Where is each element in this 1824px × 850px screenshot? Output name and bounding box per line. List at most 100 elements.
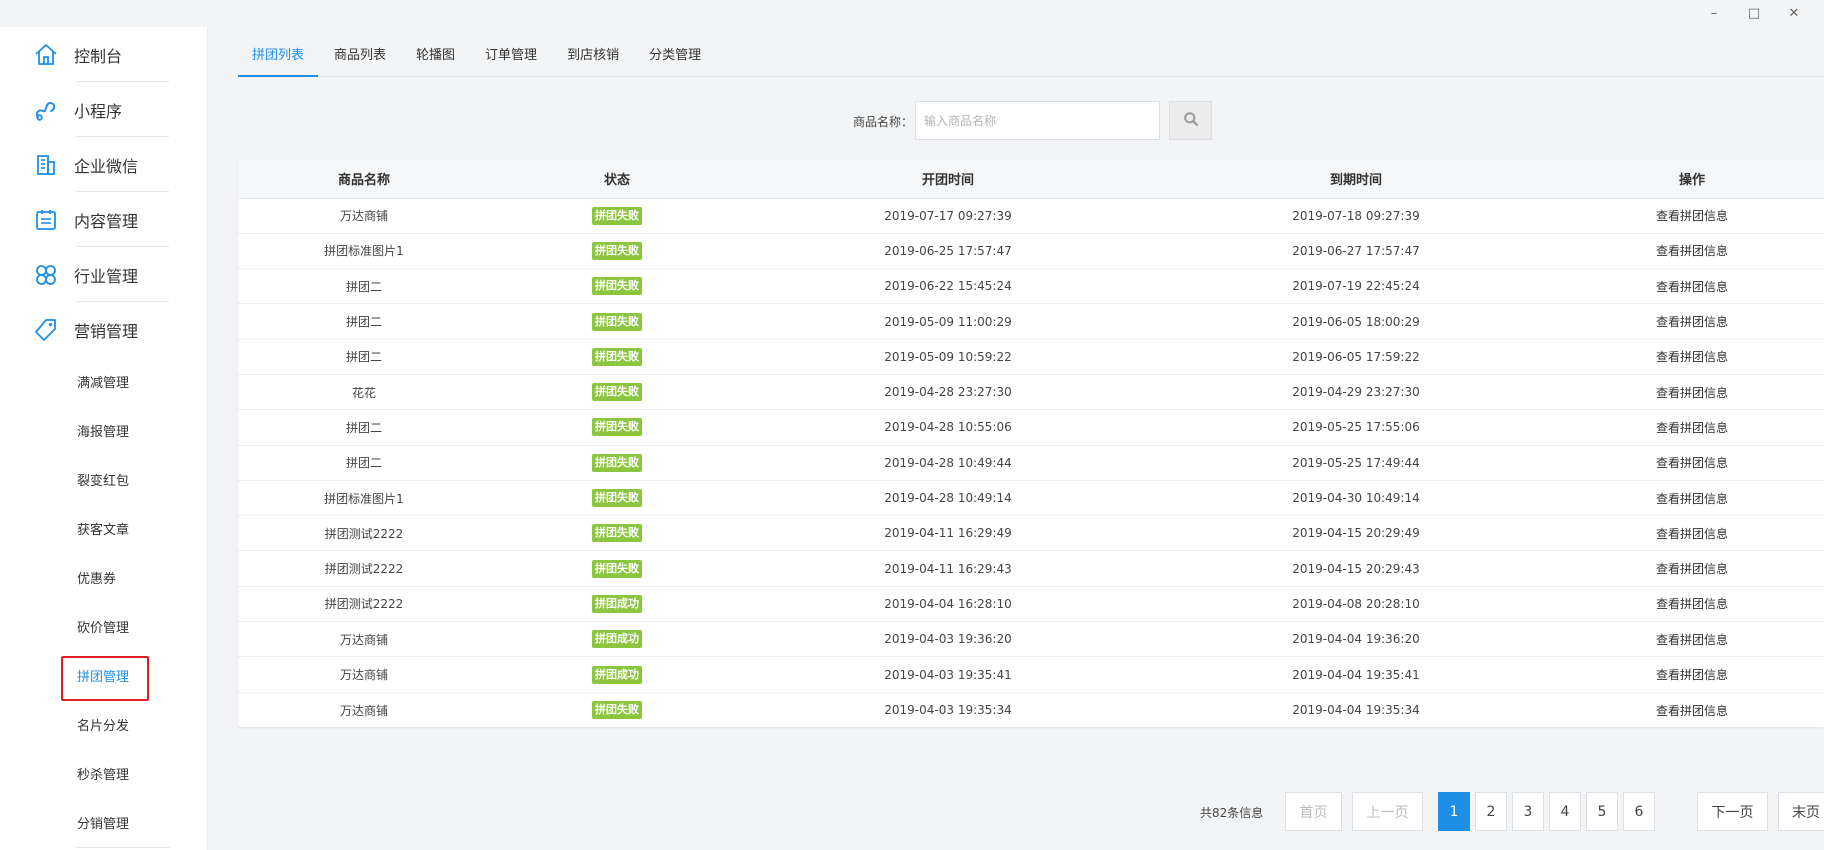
minimize-button[interactable]: –	[1694, 4, 1734, 24]
submenu-item-label: 海报管理	[77, 425, 130, 440]
sidebar-item-label: 行业管理	[74, 266, 139, 286]
total-count: 共82条信息	[1200, 806, 1264, 820]
page-number-button[interactable]: 2	[1475, 792, 1507, 831]
tab[interactable]: 订单管理	[471, 44, 551, 77]
status-badge: 拼团失败	[592, 347, 642, 366]
cell-product-name: 花花	[238, 374, 490, 411]
cell-product-name: 万达商铺	[238, 198, 490, 234]
view-group-info-link[interactable]: 查看拼团信息	[1656, 492, 1728, 506]
cell-actions: 查看拼团信息	[1560, 445, 1824, 481]
cell-status: 拼团失败	[490, 339, 744, 375]
table-row: 拼团二 拼团失败 2019-06-22 15:45:24 2019-07-19 22:…	[238, 268, 1824, 305]
tab[interactable]: 到店核销	[553, 44, 633, 77]
tab[interactable]: 分类管理	[635, 44, 715, 77]
group-buy-table: 商品名称 状态 开团时间 到期时间 操作 万达商铺 拼团失败 2019-07-17 …	[238, 160, 1824, 728]
view-group-info-link[interactable]: 查看拼团信息	[1656, 668, 1728, 682]
page-number-button[interactable]: 5	[1586, 792, 1618, 831]
first-page-button[interactable]: 首页	[1285, 792, 1342, 831]
sidebar-item-label: 企业微信	[74, 156, 139, 176]
view-group-info-link[interactable]: 查看拼团信息	[1656, 244, 1728, 258]
tab[interactable]: 商品列表	[320, 44, 400, 77]
tab[interactable]: 轮播图	[402, 44, 469, 77]
view-group-info-link[interactable]: 查看拼团信息	[1656, 562, 1728, 576]
submenu-item[interactable]: 裂变红包	[0, 455, 207, 504]
prev-page-button[interactable]: 上一页	[1352, 792, 1423, 831]
table-row: 拼团测试2222 拼团成功 2019-04-04 16:28:10 2019-04-0…	[238, 586, 1824, 623]
sidebar-item[interactable]: 内容管理	[0, 192, 207, 247]
cell-product-name: 万达商铺	[238, 656, 490, 693]
last-page-button[interactable]: 末页	[1778, 792, 1824, 831]
sidebar-item[interactable]: 行业管理	[0, 247, 207, 302]
view-group-info-link[interactable]: 查看拼团信息	[1656, 597, 1728, 611]
tab[interactable]: 拼团列表	[238, 44, 319, 77]
main-content: 拼团列表商品列表轮播图订单管理到店核销分类管理 商品名称： 商品名称 状态 开团…	[208, 27, 1824, 850]
column-header-actions[interactable]: 操作	[1560, 160, 1824, 199]
cell-status: 拼团失败	[490, 233, 744, 270]
cell-end-time: 2019-07-18 09:27:39	[1152, 198, 1560, 234]
column-header-product-name[interactable]: 商品名称	[238, 160, 490, 199]
status-badge: 拼团失败	[592, 701, 642, 720]
search-button[interactable]	[1169, 101, 1212, 140]
submenu-item[interactable]: 秒杀管理	[0, 749, 207, 798]
column-header-start-time[interactable]: 开团时间	[744, 160, 1152, 199]
view-group-info-link[interactable]: 查看拼团信息	[1656, 315, 1728, 329]
submenu-item-label: 拼团管理	[77, 670, 130, 685]
cell-product-name: 万达商铺	[339, 703, 388, 718]
column-header-status[interactable]: 状态	[490, 160, 744, 199]
sidebar-item[interactable]: 营销管理	[0, 302, 207, 357]
submenu-item[interactable]: 优惠券	[0, 553, 207, 602]
view-group-info-link[interactable]: 查看拼团信息	[1656, 704, 1728, 718]
cell-product-name: 拼团标准图片1	[238, 480, 490, 517]
maximize-button[interactable]: □	[1734, 4, 1774, 24]
sidebar-item[interactable]: 控制台	[0, 27, 207, 82]
view-group-info-link[interactable]: 查看拼团信息	[1656, 456, 1728, 470]
tag-icon	[32, 316, 60, 344]
page-number-button[interactable]: 4	[1549, 792, 1581, 831]
submenu-item[interactable]: 砍价管理	[0, 602, 207, 651]
submenu-item[interactable]: 满减管理	[0, 357, 207, 406]
page-number-button[interactable]: 3	[1512, 792, 1544, 831]
view-group-info-link[interactable]: 查看拼团信息	[1656, 386, 1728, 400]
sidebar-divider	[76, 847, 170, 848]
cell-actions: 查看拼团信息	[1560, 550, 1824, 587]
view-group-info-link[interactable]: 查看拼团信息	[1656, 350, 1728, 364]
column-header-end-time[interactable]: 到期时间	[1152, 160, 1560, 199]
view-group-info-link[interactable]: 查看拼团信息	[1656, 209, 1728, 223]
submenu-item[interactable]: 分销管理	[0, 798, 207, 847]
submenu-item[interactable]: 拼团管理	[0, 651, 207, 701]
cell-start-time: 2019-04-11 16:29:49	[744, 515, 1152, 552]
cell-product-name: 拼团测试2222	[238, 550, 490, 587]
submenu-item[interactable]: 海报管理	[0, 406, 207, 455]
submenu-item[interactable]: 获客文章	[0, 504, 207, 553]
submenu-item-label: 满减管理	[77, 376, 130, 391]
view-group-info-link[interactable]: 查看拼团信息	[1656, 421, 1728, 435]
page-number-button[interactable]: 1	[1438, 792, 1470, 831]
close-button[interactable]: ✕	[1774, 4, 1814, 24]
next-page-button[interactable]: 下一页	[1697, 792, 1768, 831]
tab-bar: 拼团列表 商品列表 轮播图 订单管理 到店核销 分类管理	[238, 44, 1824, 77]
product-name-search-input[interactable]	[915, 101, 1160, 140]
search-row: 商品名称：	[208, 101, 1824, 141]
page-number-button[interactable]: 6	[1623, 792, 1655, 831]
cell-actions: 查看拼团信息	[1560, 480, 1824, 517]
table-row: 拼团标准图片1 拼团失败 2019-04-28 10:49:14 2019-04-30…	[238, 480, 1824, 517]
cell-actions: 查看拼团信息	[1560, 339, 1824, 375]
view-group-info-link[interactable]: 查看拼团信息	[1656, 280, 1728, 294]
view-group-info-link[interactable]: 查看拼团信息	[1656, 527, 1728, 541]
cell-product-name: 拼团二	[238, 339, 490, 375]
table-row: 拼团测试2222 拼团失败 2019-04-11 16:29:49 2019-04-1…	[238, 515, 1824, 552]
sidebar-item[interactable]: 企业微信	[0, 137, 207, 192]
submenu-item-label: 分销管理	[77, 817, 130, 832]
cell-end-time: 2019-06-05 18:00:29	[1152, 303, 1560, 340]
cell-product-name: 拼团二	[238, 409, 490, 446]
submenu-item[interactable]: 名片分发	[0, 700, 207, 749]
table-row: 拼团二 拼团失败 2019-05-09 10:59:22 2019-06-05 17:…	[238, 339, 1824, 375]
cell-end-time: 2019-04-15 20:29:43	[1152, 550, 1560, 587]
cell-actions: 查看拼团信息	[1560, 692, 1824, 727]
cell-actions: 查看拼团信息	[1560, 586, 1824, 623]
view-group-info-link[interactable]: 查看拼团信息	[1656, 633, 1728, 647]
table-header-row: 商品名称 状态 开团时间 到期时间 操作	[238, 160, 1824, 199]
sidebar-item-label: 内容管理	[74, 211, 139, 231]
sidebar-item[interactable]: 小程序	[0, 82, 207, 137]
sidebar-item-label: 控制台	[74, 46, 123, 66]
